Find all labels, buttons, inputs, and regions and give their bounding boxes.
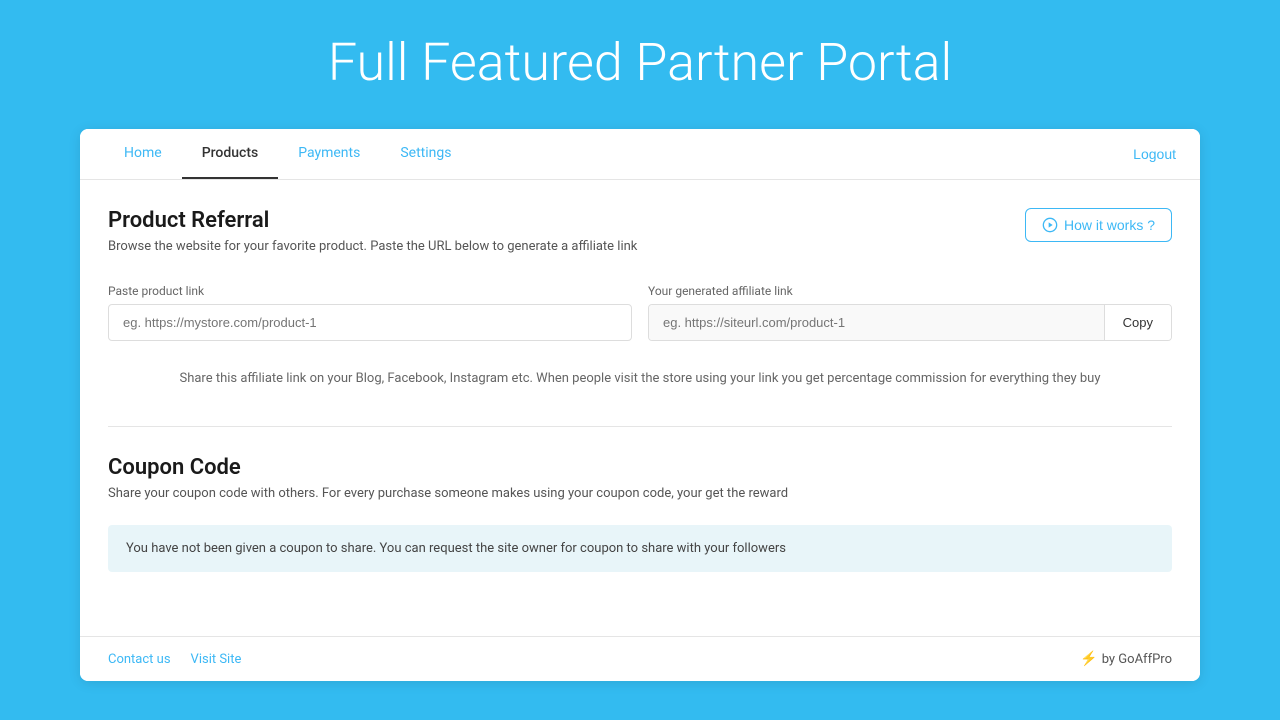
affiliate-input-wrapper: Copy <box>648 304 1172 341</box>
affiliate-link-label: Your generated affiliate link <box>648 284 1172 298</box>
main-content: Product Referral Browse the website for … <box>80 180 1200 636</box>
input-row: Paste product link Your generated affili… <box>108 284 1172 341</box>
affiliate-link-group: Your generated affiliate link Copy <box>648 284 1172 341</box>
logout-button[interactable]: Logout <box>1133 138 1176 170</box>
how-it-works-button[interactable]: How it works ? <box>1025 208 1172 242</box>
how-it-works-label: How it works ? <box>1064 217 1155 233</box>
share-info-text: Share this affiliate link on your Blog, … <box>108 361 1172 398</box>
affiliate-link-input[interactable] <box>649 305 1104 340</box>
product-referral-desc: Browse the website for your favorite pro… <box>108 239 637 254</box>
tab-payments[interactable]: Payments <box>278 129 380 179</box>
hero-title: Full Featured Partner Portal <box>308 0 972 129</box>
coupon-code-desc: Share your coupon code with others. For … <box>108 486 1172 501</box>
lightning-icon: ⚡ <box>1080 651 1097 667</box>
visit-site-link[interactable]: Visit Site <box>191 652 242 667</box>
footer: Contact us Visit Site ⚡ by GoAffPro <box>80 636 1200 681</box>
nav-tabs: Home Products Payments Settings <box>104 129 1133 179</box>
paste-link-group: Paste product link <box>108 284 632 341</box>
paste-link-label: Paste product link <box>108 284 632 298</box>
tab-settings[interactable]: Settings <box>380 129 471 179</box>
product-referral-header: Product Referral Browse the website for … <box>108 208 1172 278</box>
coupon-notice: You have not been given a coupon to shar… <box>108 525 1172 573</box>
section-divider <box>108 426 1172 427</box>
nav-bar: Home Products Payments Settings Logout <box>80 129 1200 180</box>
footer-links: Contact us Visit Site <box>108 652 241 667</box>
product-referral-title: Product Referral <box>108 208 637 233</box>
product-referral-section: Product Referral Browse the website for … <box>108 208 1172 398</box>
coupon-code-title: Coupon Code <box>108 455 1172 480</box>
contact-us-link[interactable]: Contact us <box>108 652 171 667</box>
portal-container: Home Products Payments Settings Logout P… <box>80 129 1200 681</box>
tab-products[interactable]: Products <box>182 129 279 179</box>
footer-brand: ⚡ by GoAffPro <box>1080 651 1172 667</box>
paste-link-input[interactable] <box>108 304 632 341</box>
brand-label: by GoAffPro <box>1102 652 1172 667</box>
copy-button[interactable]: Copy <box>1104 305 1171 340</box>
coupon-code-section: Coupon Code Share your coupon code with … <box>108 455 1172 573</box>
tab-home[interactable]: Home <box>104 129 182 179</box>
play-circle-icon <box>1042 217 1058 233</box>
